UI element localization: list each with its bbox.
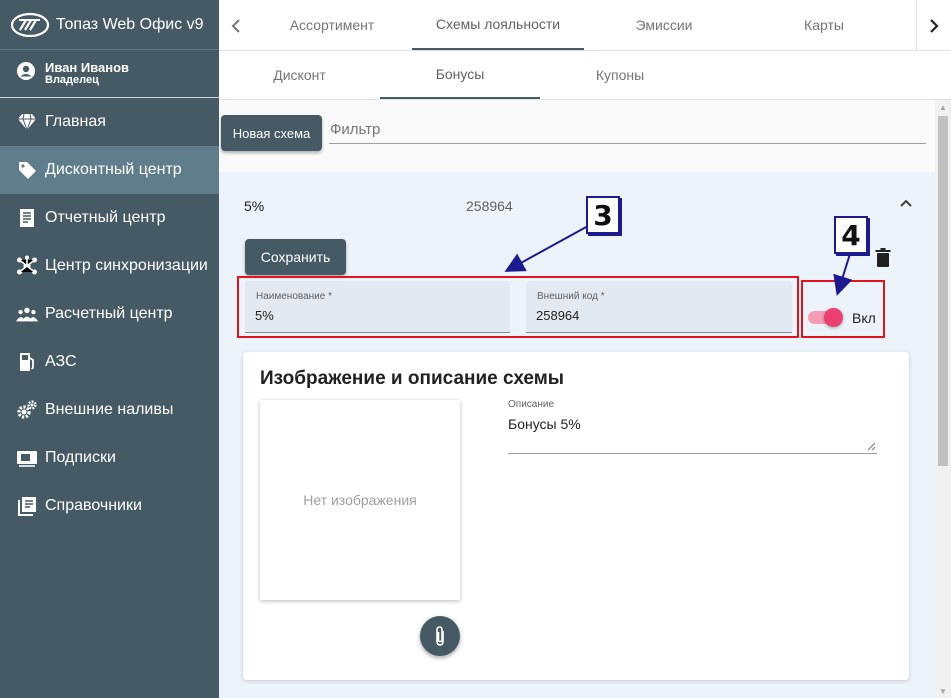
filter-bar: Новая схема	[219, 100, 935, 172]
image-description-card: Изображение и описание схемы Нет изображ…	[243, 352, 909, 680]
sidebar-item-label: Дисконтный центр	[45, 161, 182, 178]
diamond-icon	[16, 111, 38, 133]
sidebar-item-discount-center[interactable]: Дисконтный центр	[0, 146, 219, 194]
vertical-scrollbar[interactable]: ▲ ▼	[935, 100, 951, 698]
save-button[interactable]: Сохранить	[245, 239, 346, 275]
callout-4: 4	[834, 216, 868, 254]
sub-tabs: Дисконт Бонусы Купоны	[219, 51, 951, 100]
report-icon	[16, 207, 38, 229]
description-textarea[interactable]: Бонусы 5%	[508, 416, 877, 454]
tag-icon	[16, 159, 38, 181]
tab-loyalty-schemes[interactable]: Схемы лояльности	[412, 0, 584, 50]
collapse-button[interactable]	[895, 192, 917, 214]
scheme-header-name: 5%	[244, 198, 265, 214]
scroll-down-arrow-icon[interactable]: ▼	[935, 684, 951, 698]
library-icon	[16, 495, 38, 517]
tab-emissions[interactable]: Эмиссии	[584, 0, 744, 50]
delete-button[interactable]	[875, 248, 891, 268]
subscription-icon	[16, 447, 38, 469]
main-area: Ассортимент Схемы лояльности Эмиссии Кар…	[219, 0, 951, 698]
attach-image-button[interactable]	[420, 616, 460, 656]
sidebar-item-label: Внешние наливы	[45, 401, 174, 418]
sidebar-item-settlement-center[interactable]: Расчетный центр	[0, 290, 219, 338]
user-block[interactable]: Иван Иванов Владелец	[0, 50, 219, 98]
tab-cards[interactable]: Карты	[744, 0, 904, 50]
sidebar-item-label: Отчетный центр	[45, 209, 166, 226]
new-scheme-button[interactable]: Новая схема	[221, 115, 322, 151]
sidebar-item-gas-station[interactable]: АЗС	[0, 338, 219, 386]
card-title: Изображение и описание схемы	[260, 368, 565, 389]
sidebar: Топаз Web Офис v9 Иван Иванов Владелец Г…	[0, 0, 219, 698]
sidebar-item-label: АЗС	[45, 353, 77, 370]
app-title: Топаз Web Офис v9	[56, 15, 204, 33]
enabled-toggle-label: Вкл	[852, 310, 876, 326]
user-name: Иван Иванов	[45, 59, 130, 75]
highlight-box-fields	[237, 276, 799, 338]
resize-grip-icon[interactable]	[867, 442, 876, 451]
sidebar-item-report-center[interactable]: Отчетный центр	[0, 194, 219, 242]
sidebar-nav: Главная Дисконтный центр Отчетный центр …	[0, 98, 219, 530]
paperclip-icon	[436, 626, 444, 646]
tabs-scroll-left-button[interactable]	[219, 0, 252, 51]
gears-icon	[16, 399, 38, 421]
image-placeholder: Нет изображения	[260, 400, 460, 600]
tab-coupons[interactable]: Купоны	[540, 51, 700, 99]
tab-bonuses[interactable]: Бонусы	[380, 51, 540, 99]
tab-discount[interactable]: Дисконт	[219, 51, 380, 99]
sync-hub-icon	[16, 255, 38, 277]
content-area: Новая схема 5% 258964 Сохранить Наименов…	[219, 100, 935, 698]
scheme-panel-header[interactable]: 5% 258964	[219, 172, 935, 232]
account-icon	[16, 61, 36, 86]
sidebar-item-label: Справочники	[45, 497, 142, 514]
sidebar-item-main[interactable]: Главная	[0, 98, 219, 146]
scrollbar-thumb[interactable]	[938, 116, 948, 466]
filter-input[interactable]	[329, 116, 926, 144]
main-tabs: Ассортимент Схемы лояльности Эмиссии Кар…	[219, 0, 951, 51]
sidebar-item-label: Расчетный центр	[45, 305, 173, 322]
no-image-text: Нет изображения	[303, 492, 417, 508]
topaz-logo-icon	[10, 12, 50, 38]
enabled-toggle[interactable]	[808, 308, 844, 327]
people-group-icon	[16, 303, 38, 325]
sidebar-item-external-fills[interactable]: Внешние наливы	[0, 386, 219, 434]
sidebar-item-sync-center[interactable]: Центр синхронизации	[0, 242, 219, 290]
sidebar-item-directories[interactable]: Справочники	[0, 482, 219, 530]
user-role: Владелец	[45, 73, 99, 86]
sidebar-item-label: Главная	[45, 113, 106, 130]
description-label: Описание	[508, 399, 555, 410]
fuel-pump-icon	[16, 351, 38, 373]
trash-icon	[875, 248, 891, 267]
scheme-header-code: 258964	[466, 198, 513, 214]
chevron-right-icon	[930, 18, 939, 33]
chevron-up-icon	[900, 199, 912, 207]
chevron-left-icon	[231, 18, 240, 33]
brand-header[interactable]: Топаз Web Офис v9	[0, 0, 219, 50]
sidebar-item-label: Центр синхронизации	[45, 257, 208, 274]
sidebar-item-subscriptions[interactable]: Подписки	[0, 434, 219, 482]
sidebar-item-label: Подписки	[45, 449, 116, 466]
scheme-panel: 5% 258964 Сохранить Наименование * Внешн…	[219, 172, 935, 698]
callout-3: 3	[586, 196, 620, 234]
tabs-scroll-right-button[interactable]	[916, 0, 951, 51]
scroll-up-arrow-icon[interactable]: ▲	[935, 100, 951, 114]
tab-assortment[interactable]: Ассортимент	[252, 0, 412, 50]
